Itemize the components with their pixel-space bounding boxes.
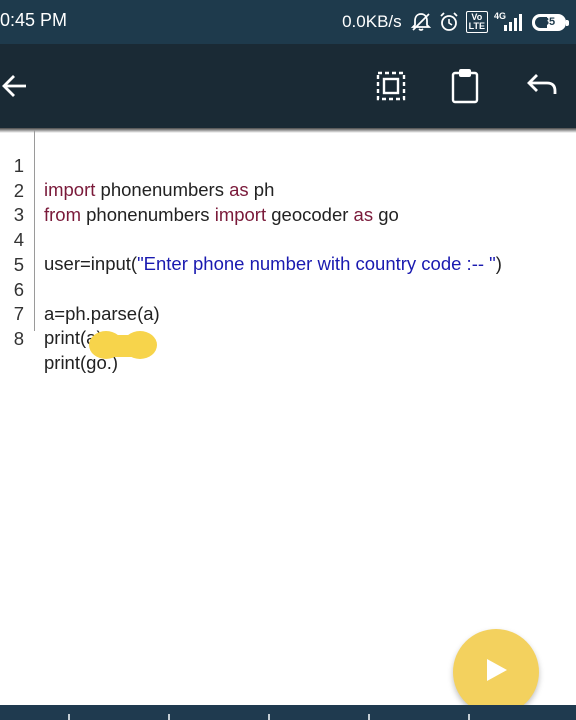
bottom-bar-divider: [68, 714, 70, 720]
mute-alarm-icon: [410, 11, 432, 33]
battery-icon: 35: [532, 13, 569, 31]
bottom-bar-divider: [168, 714, 170, 720]
net-speed: 0.0KB/s: [342, 12, 402, 31]
battery-level: 35: [542, 16, 556, 28]
back-arrow-icon[interactable]: [0, 66, 40, 106]
code-line[interactable]: 6 a=ph.parse(a): [0, 254, 576, 324]
signal-4g-icon: 4G: [493, 11, 526, 31]
bottom-bar-divider: [468, 714, 470, 720]
code-line[interactable]: 7 print(a): [0, 278, 576, 348]
play-icon: [482, 656, 510, 689]
toolbar: [0, 44, 576, 128]
code-line[interactable]: 2 from phonenumbers import geocoder as g…: [0, 155, 576, 225]
code-line[interactable]: 3: [0, 179, 576, 225]
network-label: 4G: [493, 11, 506, 21]
clipboard-icon[interactable]: [445, 66, 485, 106]
status-icons: 0.0KB/s Vo LTE 4G 35: [342, 9, 569, 35]
select-all-icon[interactable]: [371, 66, 411, 106]
status-time: 0:45 PM: [0, 10, 68, 30]
alarm-icon: [438, 11, 460, 33]
status-bar: 0:45 PM 0.0KB/s Vo LTE 4G 35: [0, 0, 576, 44]
touch-indicator: [89, 331, 158, 359]
code-line[interactable]: 1 import phonenumbers as ph: [0, 130, 576, 200]
code-line[interactable]: 4 user=input("Enter phone number with co…: [0, 204, 576, 274]
code-line[interactable]: 5: [0, 229, 576, 275]
undo-icon[interactable]: [519, 66, 559, 106]
code-line[interactable]: 8 print(go.): [0, 303, 576, 373]
code-editor[interactable]: 1 import phonenumbers as ph 2 from phone…: [0, 130, 576, 700]
run-button[interactable]: [453, 629, 539, 715]
bottom-bar-divider: [268, 714, 270, 720]
bottom-bar-divider: [368, 714, 370, 720]
bottom-bar: [0, 705, 576, 720]
volte-icon: Vo LTE: [465, 11, 488, 33]
line-number: 8: [13, 327, 24, 349]
